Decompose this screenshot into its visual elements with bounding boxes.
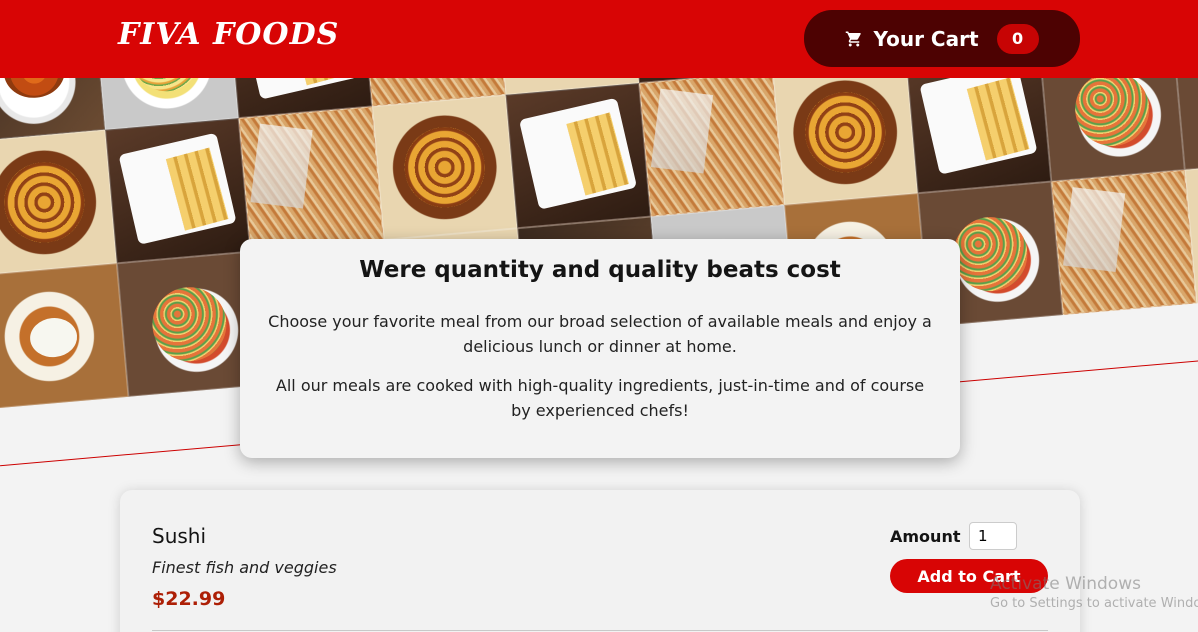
amount-label: Amount [890, 527, 961, 546]
food-photo-noodles [1051, 169, 1197, 316]
brand-logo[interactable]: FIVA FOODS [118, 17, 339, 52]
meal-price: $22.99 [152, 588, 226, 610]
food-photo-plantain [772, 78, 918, 205]
meals-list-card: Sushi Finest fish and veggies $22.99 Amo… [120, 490, 1080, 632]
food-photo-noodles [639, 78, 785, 217]
intro-paragraph-2: All our meals are cooked with high-quali… [275, 376, 925, 420]
intro-summary-card: Were quantity and quality beats cost Cho… [240, 239, 960, 458]
food-photo-plantain [372, 94, 518, 240]
food-photo-yamfries [906, 78, 1052, 194]
cart-count-badge: 0 [996, 23, 1039, 54]
food-photo-noodles [238, 106, 384, 252]
cart-button[interactable]: Your Cart 0 [804, 10, 1080, 67]
meal-divider [152, 630, 1048, 631]
cart-icon [846, 31, 862, 46]
food-photo-plantain [0, 129, 117, 275]
food-photo-stew [0, 263, 129, 409]
meal-description: Finest fish and veggies [152, 558, 337, 577]
add-to-cart-button[interactable]: Add to Cart [890, 559, 1048, 593]
food-photo-yamfries [105, 118, 251, 264]
meal-name: Sushi [152, 524, 207, 548]
intro-paragraph-1: Choose your favorite meal from our broad… [268, 312, 932, 356]
top-header: FIVA FOODS Your Cart 0 [0, 0, 1198, 78]
food-photo-yamfries [505, 83, 651, 229]
intro-title: Were quantity and quality beats cost [359, 257, 841, 283]
food-photo-friedrice [1039, 78, 1185, 182]
amount-input[interactable] [969, 522, 1017, 550]
cart-label: Your Cart [873, 26, 979, 51]
